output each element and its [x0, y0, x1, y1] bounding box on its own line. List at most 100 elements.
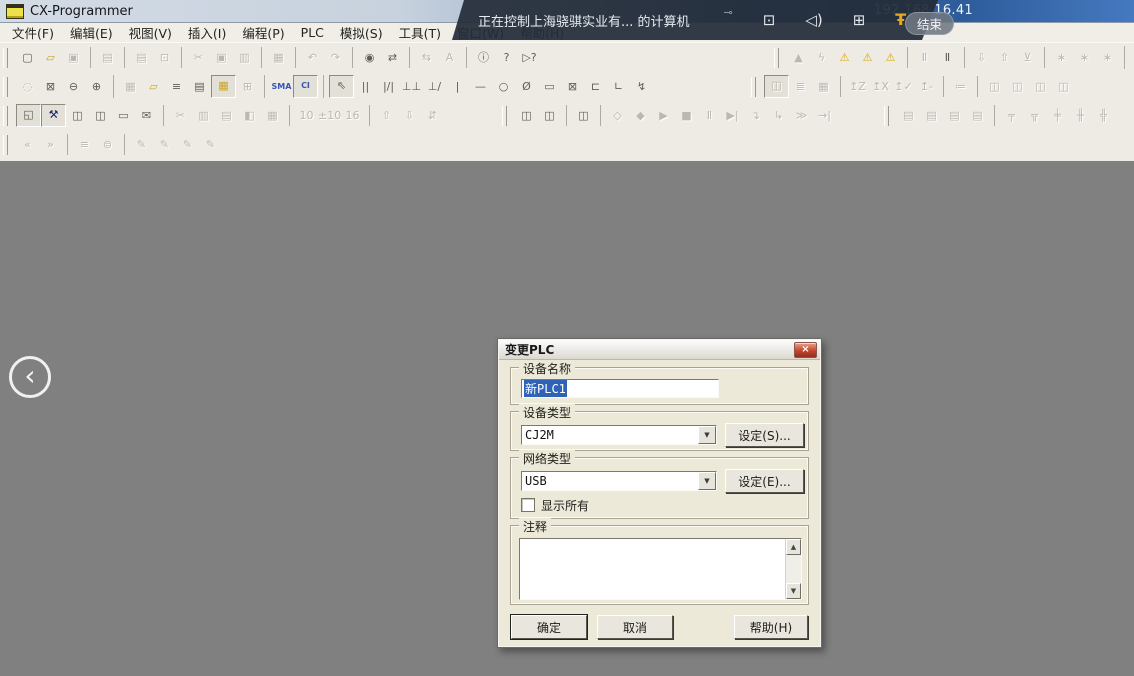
pause-trigger-icon[interactable]: ◇ [606, 105, 629, 126]
run-mode-icon[interactable]: ∗ [1050, 47, 1073, 68]
show-monitoring-icon[interactable]: ▤ [188, 76, 211, 97]
help-icon[interactable]: ? [495, 47, 518, 68]
simulator-run-icon[interactable]: ▶ [652, 105, 675, 126]
fullscreen-icon[interactable]: ⊡ [763, 13, 776, 28]
new-vertical-icon[interactable]: | [446, 76, 469, 97]
marker-1-icon[interactable]: ✎ [130, 134, 153, 155]
plc-rack-1-icon[interactable]: ▤ [1130, 47, 1134, 68]
network-type-settings-button[interactable]: 设定(E)... [725, 469, 804, 493]
network-type-1-icon[interactable]: ╤ [1000, 105, 1023, 126]
transfer-from-plc-icon[interactable]: ⇧ [993, 47, 1016, 68]
find-icon[interactable]: ◉ [358, 47, 381, 68]
monitor-data-clear-icon[interactable]: ↥- [915, 76, 938, 97]
monitor-data-check-icon[interactable]: ↥✓ [892, 76, 915, 97]
toggle-project-window-icon[interactable]: ◱ [16, 104, 41, 127]
menu-item-2[interactable]: 编辑(E) [62, 21, 121, 44]
replace-icon[interactable]: ⇄ [381, 47, 404, 68]
new-closed-coil-icon[interactable]: Ø [515, 76, 538, 97]
online-run-icon[interactable]: ◫ [764, 75, 789, 98]
simulator-output-window-icon[interactable]: ◫ [572, 105, 595, 126]
step-in-icon[interactable]: ↴ [744, 105, 767, 126]
monitor-window-2-icon[interactable]: ◫ [1006, 76, 1029, 97]
window-cascade-icon[interactable]: ◫ [515, 105, 538, 126]
monitor-in-rung-icon[interactable]: ▦ [211, 75, 236, 98]
paste-icon[interactable]: ▥ [233, 47, 256, 68]
new-closed-instruction-icon[interactable]: ⊠ [561, 76, 584, 97]
edit-comments-icon[interactable]: ✉ [135, 105, 158, 126]
new-function-block-icon[interactable]: ⊏ [584, 76, 607, 97]
force-cancel-icon[interactable]: ⇵ [421, 105, 444, 126]
unindent-rung-icon[interactable]: « [16, 134, 39, 155]
network-type-4-icon[interactable]: ╫ [1069, 105, 1092, 126]
multiple-layers-icon[interactable]: ≣ [789, 76, 812, 97]
indent-rung-icon[interactable]: » [39, 134, 62, 155]
monitor-window-1-icon[interactable]: ◫ [983, 76, 1006, 97]
show-mnemonics-icon[interactable]: ⊞ [236, 76, 259, 97]
pause-monitoring-icon[interactable]: Ⅱ [913, 47, 936, 68]
new-horizontal-icon[interactable]: — [469, 76, 492, 97]
work-online-simulator-icon[interactable]: ⚒ [41, 104, 66, 127]
select-mode-icon[interactable]: ⇖ [329, 75, 354, 98]
device-type-combo[interactable]: CJ2M ▼ [521, 425, 717, 445]
dialog-edit-icon[interactable]: ◧ [238, 105, 261, 126]
zoom-out-icon[interactable]: ⊖ [62, 76, 85, 97]
help-button[interactable]: 帮助(H) [734, 615, 808, 639]
show-all-checkbox[interactable] [521, 498, 535, 512]
new-project-icon[interactable]: ▢ [16, 47, 39, 68]
simulator-pause-icon[interactable]: Ⅱ [698, 105, 721, 126]
watch-window-list-icon[interactable]: ≔ [949, 76, 972, 97]
scroll-up-icon[interactable]: ▲ [786, 539, 801, 555]
pause-manual-icon[interactable]: ◆ [629, 105, 652, 126]
force-off-icon[interactable]: ⇩ [398, 105, 421, 126]
monitor-data-z-icon[interactable]: ↥Z [846, 76, 869, 97]
device-type-dropdown-icon[interactable]: ▼ [698, 426, 716, 444]
rung-wrap-icon[interactable]: ▤ [215, 105, 238, 126]
page-setup-icon[interactable]: ▤ [96, 47, 119, 68]
comment-textarea[interactable]: ▲ ▼ [519, 538, 802, 600]
rack-type-4-icon[interactable]: ▤ [966, 105, 989, 126]
menu-item-8[interactable]: 工具(T) [391, 21, 449, 44]
new-closed-contact-or-icon[interactable]: ⊥∕ [423, 76, 446, 97]
monitor-window-3-icon[interactable]: ◫ [1029, 76, 1052, 97]
comment-scrollbar[interactable]: ▲ ▼ [785, 539, 801, 599]
open-project-icon[interactable]: ▱ [39, 47, 62, 68]
find-report-icon[interactable]: ⚠ [833, 47, 856, 68]
delete-connector-icon[interactable]: ↯ [630, 76, 653, 97]
ci-view-icon[interactable]: CI [293, 75, 318, 98]
transfer-to-plc-icon[interactable]: ⇩ [970, 47, 993, 68]
menu-item-6[interactable]: PLC [293, 23, 332, 42]
dialog-title-bar[interactable]: 变更PLC [499, 340, 820, 360]
pause-icon[interactable]: Ⅱ [936, 47, 959, 68]
online-edit-icon[interactable]: ϟ [810, 47, 833, 68]
menu-item-7[interactable]: 模拟(S) [332, 21, 391, 44]
simulator-stop-icon[interactable]: ■ [675, 105, 698, 126]
marker-4-icon[interactable]: ✎ [199, 134, 222, 155]
menu-item-1[interactable]: 文件(F) [4, 21, 62, 44]
pin-icon[interactable]: ⊸ [724, 7, 733, 18]
close-button[interactable]: × [794, 342, 817, 358]
cut-rung-icon[interactable]: ✂ [169, 105, 192, 126]
monitor-window-4-icon[interactable]: ◫ [1052, 76, 1075, 97]
keyboard-mapping-icon[interactable]: ▦ [261, 105, 284, 126]
window-tile-icon[interactable]: ◫ [538, 105, 561, 126]
toggle-output-window-icon[interactable]: ◫ [89, 105, 112, 126]
address-grid-icon[interactable]: ▦ [812, 76, 835, 97]
new-coil-icon[interactable]: ○ [492, 76, 515, 97]
change-address-icon[interactable]: A [438, 47, 461, 68]
rung-comment-icon[interactable]: ▱ [142, 76, 165, 97]
scan-run-icon[interactable]: →| [813, 105, 836, 126]
sma-view-icon[interactable]: SMA [270, 76, 293, 97]
scroll-down-icon[interactable]: ▼ [786, 583, 801, 599]
step-run-icon[interactable]: ▶| [721, 105, 744, 126]
show-rung-annotation-icon[interactable]: ≡ [165, 76, 188, 97]
cancel-button[interactable]: 取消 [597, 615, 673, 639]
marker-3-icon[interactable]: ✎ [176, 134, 199, 155]
device-name-input[interactable]: 新PLC1 [521, 379, 719, 398]
print-icon[interactable]: ▤ [130, 47, 153, 68]
new-l-connector-icon[interactable]: ∟ [607, 76, 630, 97]
monitor-data-x-icon[interactable]: ↥X [869, 76, 892, 97]
cut-icon[interactable]: ✂ [187, 47, 210, 68]
network-type-dropdown-icon[interactable]: ▼ [698, 472, 716, 490]
print-preview-icon[interactable]: ⊡ [153, 47, 176, 68]
ok-button[interactable]: 确定 [511, 615, 587, 639]
